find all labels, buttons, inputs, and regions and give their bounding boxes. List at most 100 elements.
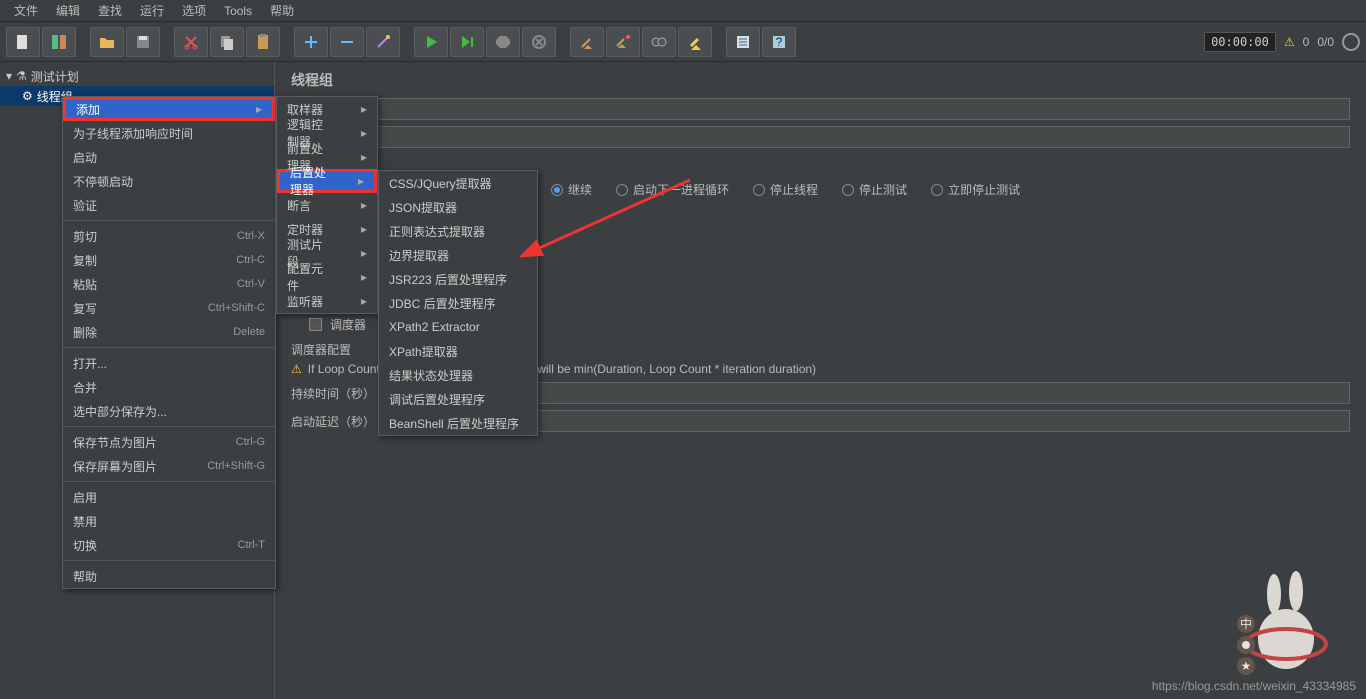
svg-text:?: ? [776,35,783,49]
menu-edit[interactable]: 编辑 [48,0,88,21]
submenu2-item[interactable]: CSS/JQuery提取器 [379,171,537,195]
wand-icon [374,33,392,51]
question-icon: ? [770,33,788,51]
help-button[interactable]: ? [762,27,796,57]
submenu-add: 取样器▸逻辑控制器▸前置处理器▸后置处理器▸断言▸定时器▸测试片段▸配置元件▸监… [276,96,378,314]
menu-options[interactable]: 选项 [174,0,214,21]
submenu2-item[interactable]: JDBC 后置处理程序 [379,291,537,315]
stop-icon [494,33,512,51]
toggle-button[interactable] [366,27,400,57]
menu-file[interactable]: 文件 [6,0,46,21]
menubar: 文件 编辑 查找 运行 选项 Tools 帮助 [0,0,1366,22]
bunny-mascot: 中 ★ [1226,569,1336,679]
ctx-item[interactable]: 剪切Ctrl-X [63,224,275,248]
ctx-item[interactable]: 保存节点为图片Ctrl-G [63,430,275,454]
search-button[interactable] [642,27,676,57]
function-button[interactable] [726,27,760,57]
flask-icon: ⚗ [16,69,27,83]
submenu2-item[interactable]: 边界提取器 [379,243,537,267]
copy-button[interactable] [210,27,244,57]
submenu2-item[interactable]: JSR223 后置处理程序 [379,267,537,291]
play-alt-icon [458,33,476,51]
scheduler-checkbox[interactable] [309,318,322,331]
clipboard-icon [254,33,272,51]
start-button[interactable] [414,27,448,57]
ctx-item[interactable]: 保存屏幕为图片Ctrl+Shift-G [63,454,275,478]
ctx-item[interactable]: 复写Ctrl+Shift-C [63,296,275,320]
submenu-item[interactable]: 配置元件▸ [277,265,377,289]
folder-icon [98,33,116,51]
submenu-item[interactable]: 后置处理器▸ [277,169,377,193]
new-button[interactable] [6,27,40,57]
ctx-item[interactable]: 删除Delete [63,320,275,344]
submenu-postprocessor: CSS/JQuery提取器JSON提取器正则表达式提取器边界提取器JSR223 … [378,170,538,436]
ctx-item[interactable]: 选中部分保存为... [63,399,275,423]
ctx-item[interactable]: 打开... [63,351,275,375]
status-bar: 00:00:00 ⚠ 0 0/0 [1204,32,1360,52]
menu-help[interactable]: 帮助 [262,0,302,21]
expand-button[interactable] [294,27,328,57]
tree-root-label: 测试计划 [31,68,79,85]
stop-button[interactable] [486,27,520,57]
svg-text:中: 中 [1240,616,1252,631]
play-icon [422,33,440,51]
radio-stop-test[interactable]: 停止测试 [842,181,907,198]
plus-icon [302,33,320,51]
ctx-item[interactable]: 验证 [63,193,275,217]
submenu2-item[interactable]: JSON提取器 [379,195,537,219]
radio-continue[interactable]: 继续 [551,181,592,198]
shutdown-icon [530,33,548,51]
globe-icon [1342,33,1360,51]
save-button[interactable] [126,27,160,57]
gear-icon: ⚙ [22,89,33,103]
ctx-item[interactable]: 启用 [63,485,275,509]
cut-button[interactable] [174,27,208,57]
tree-root[interactable]: ▾ ⚗ 测试计划 [0,66,274,86]
ctx-item[interactable]: 帮助 [63,564,275,588]
ctx-item[interactable]: 复制Ctrl-C [63,248,275,272]
submenu2-item[interactable]: XPath2 Extractor [379,315,537,339]
timer: 00:00:00 [1204,32,1276,52]
ctx-item[interactable]: 添加▸ [63,97,275,121]
menu-tools[interactable]: Tools [216,2,260,20]
comment-field[interactable] [373,126,1350,148]
paste-button[interactable] [246,27,280,57]
chevron-down-icon: ▾ [6,69,12,83]
menu-find[interactable]: 查找 [90,0,130,21]
ctx-item[interactable]: 合并 [63,375,275,399]
menu-run[interactable]: 运行 [132,0,172,21]
context-menu: 添加▸为子线程添加响应时间启动不停顿启动验证剪切Ctrl-X复制Ctrl-C粘贴… [62,96,276,589]
templates-icon [50,33,68,51]
save-icon [134,33,152,51]
radio-next-loop[interactable]: 启动下一进程循环 [616,181,729,198]
submenu2-item[interactable]: BeanShell 后置处理程序 [379,411,537,435]
start-no-pause-button[interactable] [450,27,484,57]
reset-search-button[interactable] [678,27,712,57]
submenu2-item[interactable]: 调试后置处理程序 [379,387,537,411]
broom-yellow-icon [686,33,704,51]
submenu2-item[interactable]: 正则表达式提取器 [379,219,537,243]
clear-all-button[interactable] [606,27,640,57]
warning-count: 0 [1303,35,1310,49]
ctx-item[interactable]: 粘贴Ctrl-V [63,272,275,296]
templates-button[interactable] [42,27,76,57]
ctx-item[interactable]: 切换Ctrl-T [63,533,275,557]
submenu2-item[interactable]: 结果状态处理器 [379,363,537,387]
name-field[interactable] [349,98,1350,120]
radio-stop-now[interactable]: 立即停止测试 [931,181,1020,198]
clear-button[interactable] [570,27,604,57]
collapse-button[interactable] [330,27,364,57]
open-button[interactable] [90,27,124,57]
shutdown-button[interactable] [522,27,556,57]
scheduler-label: 调度器 [330,316,366,333]
ctx-item[interactable]: 不停顿启动 [63,169,275,193]
panel-title: 线程组 [291,70,1350,90]
ctx-item[interactable]: 禁用 [63,509,275,533]
submenu2-item[interactable]: XPath提取器 [379,339,537,363]
broom-all-icon [614,33,632,51]
radio-stop-thread[interactable]: 停止线程 [753,181,818,198]
warning-icon: ⚠ [1284,35,1295,49]
ctx-item[interactable]: 为子线程添加响应时间 [63,121,275,145]
ctx-item[interactable]: 启动 [63,145,275,169]
broom-icon [578,33,596,51]
